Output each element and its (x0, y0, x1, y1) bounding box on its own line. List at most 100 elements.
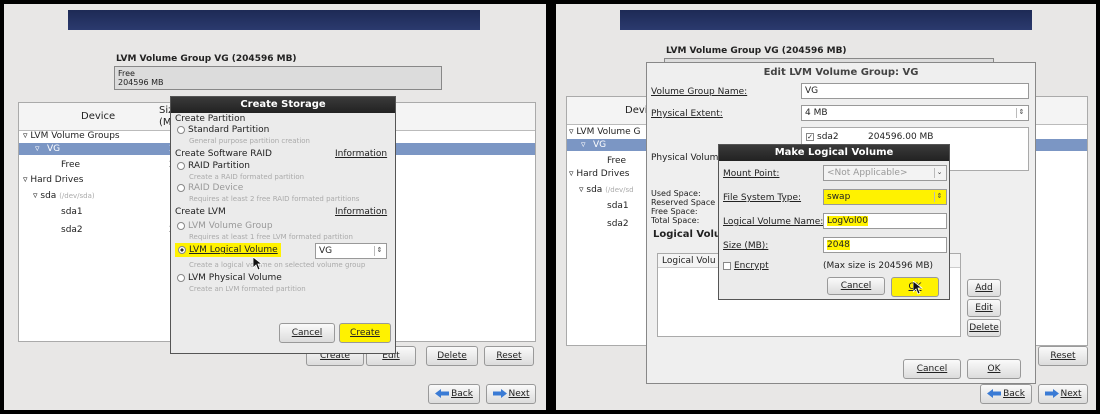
option-label: RAID Partition (188, 161, 250, 171)
next-button[interactable]: Next (486, 384, 536, 404)
raid-information-link[interactable]: Information (335, 149, 387, 159)
section-create-partition: Create Partition (175, 114, 246, 124)
lvm-information-link[interactable]: Information (335, 207, 387, 217)
option-sub: Requires at least 2 free RAID formated p… (189, 195, 360, 203)
delete-button[interactable]: Delete (426, 346, 478, 366)
make-logical-volume-dialog: Make Logical Volume Mount Point: <Not Ap… (718, 144, 950, 300)
add-button[interactable]: Add (967, 279, 1001, 297)
ok-button[interactable]: OK (967, 359, 1021, 379)
mouse-cursor-icon (913, 281, 923, 295)
row-label: Hard Drives (30, 175, 84, 185)
tree-row-sda1[interactable]: sda1 (61, 207, 83, 217)
back-arrow-icon (987, 389, 1002, 398)
tree-row-sda1[interactable]: sda1 (607, 201, 629, 211)
reset-button[interactable]: Reset (484, 346, 534, 366)
option-sub: Create a RAID formated partition (189, 173, 305, 181)
section-create-raid: Create Software RAID (175, 149, 272, 159)
radio-icon[interactable] (177, 125, 185, 134)
lv-name-label: Logical Volume Name: (723, 217, 824, 227)
next-arrow-icon (492, 389, 507, 398)
dialog-title: Create Storage (171, 97, 395, 113)
tree-row-hard-drives[interactable]: ▿ Hard Drives (23, 175, 83, 185)
extent-select[interactable]: 4 MB ⇕ (801, 105, 1029, 121)
free-label: Free (118, 69, 135, 78)
next-arrow-icon (1044, 389, 1059, 398)
back-arrow-icon (435, 389, 450, 398)
option-raid-partition[interactable]: RAID Partition (177, 161, 250, 171)
expand-icon[interactable]: ▿ (35, 144, 40, 154)
checkbox-checked-icon[interactable]: ✓ (806, 132, 814, 141)
radio-icon[interactable] (177, 221, 185, 230)
radio-selected-icon[interactable] (178, 245, 186, 254)
vg-name-input[interactable]: VG (801, 83, 1029, 99)
option-lvm-logical-volume[interactable]: LVM Logical Volume (175, 243, 281, 257)
free-space-bar[interactable]: Free 204596 MB (114, 66, 442, 90)
tree-row-sda2[interactable]: sda2 (607, 219, 629, 229)
reserved-space-label: Reserved Space (651, 198, 716, 207)
cancel-button[interactable]: Cancel (279, 323, 335, 343)
option-sub: Create a logical volume on selected volu… (189, 261, 366, 269)
option-label: LVM Logical Volume (189, 245, 278, 255)
mouse-cursor-icon (253, 257, 263, 271)
pv-name: sda2 (817, 132, 839, 142)
lv-name-input[interactable]: LogVol00 (823, 213, 947, 229)
header-banner (68, 10, 480, 30)
cancel-button[interactable]: Cancel (827, 277, 885, 295)
row-label: sda (40, 191, 57, 201)
tree-row-sda[interactable]: ▿ sda (/dev/sd (579, 185, 634, 195)
size-input[interactable]: 2048 (823, 237, 947, 253)
fs-type-select[interactable]: swap ⇕ (823, 189, 947, 205)
create-storage-button[interactable]: Create (339, 323, 391, 343)
tree-row-free[interactable]: Free (61, 160, 80, 170)
pv-item-sda2[interactable]: ✓ sda2 (806, 132, 839, 142)
checkbox-icon[interactable] (723, 261, 731, 270)
lv-heading: Logical Volu (653, 229, 722, 240)
back-label: Back (451, 389, 473, 399)
option-lvm-physical-volume[interactable]: LVM Physical Volume (177, 273, 282, 283)
select-spinner-icon[interactable]: ⇕ (1016, 108, 1026, 118)
column-device[interactable]: Device (81, 111, 115, 122)
reset-button[interactable]: Reset (1038, 346, 1088, 366)
select-spinner-icon[interactable]: ⇕ (374, 246, 384, 256)
free-space-label: Free Space: (651, 207, 698, 216)
select-value: VG (319, 246, 333, 256)
next-label: Next (508, 389, 530, 399)
expand-icon[interactable]: ▿ (581, 140, 586, 150)
cancel-button[interactable]: Cancel (903, 359, 961, 379)
tree-row-sda2[interactable]: sda2 (61, 225, 83, 235)
tree-row-lvm-groups[interactable]: ▿ LVM Volume G (569, 127, 641, 137)
option-lvm-volume-group[interactable]: LVM Volume Group (177, 221, 273, 231)
mount-point-label: Mount Point: (723, 169, 780, 179)
pv-label: Physical Volum (651, 153, 719, 163)
select-chevron-icon[interactable]: ⌄ (934, 168, 944, 178)
encrypt-checkbox[interactable]: Encrypt (723, 261, 769, 271)
row-label: LVM Volume Groups (30, 131, 120, 141)
volume-group-select[interactable]: VG ⇕ (315, 243, 387, 259)
size-label: Size (MB): (723, 241, 769, 251)
tree-row-hard-drives[interactable]: ▿ Hard Drives (569, 169, 629, 179)
radio-icon[interactable] (177, 273, 185, 282)
option-label: LVM Volume Group (188, 221, 273, 231)
row-path: (/dev/sda) (59, 192, 95, 200)
tree-row-free[interactable]: Free (607, 156, 626, 166)
total-space-label: Total Space: (651, 216, 700, 225)
option-standard-partition[interactable]: Standard Partition (177, 125, 269, 135)
next-button[interactable]: Next (1038, 384, 1088, 404)
edit-button[interactable]: Edit (967, 299, 1001, 317)
option-label: LVM Physical Volume (188, 273, 282, 283)
tree-row-lvm-groups[interactable]: ▿ LVM Volume Groups (23, 131, 120, 141)
row-label: VG (47, 144, 61, 154)
radio-icon[interactable] (177, 161, 185, 170)
radio-icon[interactable] (177, 183, 185, 192)
tree-row-sda[interactable]: ▿ sda (/dev/sda) (33, 191, 95, 201)
fs-type-label: File System Type: (723, 193, 802, 203)
next-label: Next (1060, 389, 1082, 399)
back-button[interactable]: Back (980, 384, 1032, 404)
select-spinner-icon[interactable]: ⇕ (934, 192, 944, 202)
left-installer-window: LVM Volume Group VG (204596 MB) Free 204… (4, 4, 546, 410)
delete-button[interactable]: Delete (967, 319, 1001, 337)
mount-point-select[interactable]: <Not Applicable> ⌄ (823, 165, 947, 181)
back-button[interactable]: Back (428, 384, 480, 404)
back-label: Back (1003, 389, 1025, 399)
option-raid-device[interactable]: RAID Device (177, 183, 243, 193)
